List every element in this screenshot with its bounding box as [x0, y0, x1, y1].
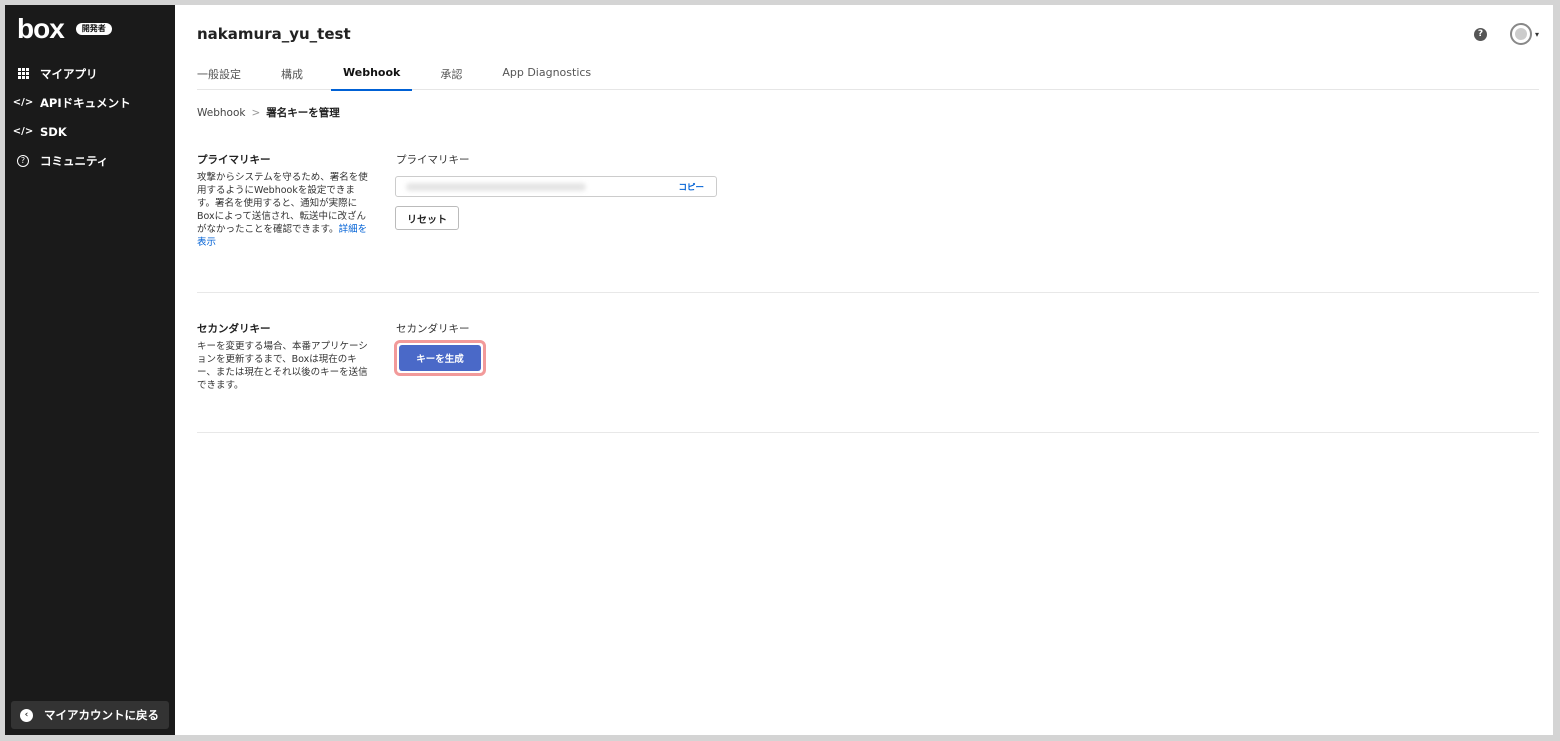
sidebar-item-label: APIドキュメント — [40, 95, 131, 110]
primary-key-field-label: プライマリキー — [396, 154, 470, 166]
sidebar-item-api-docs[interactable]: </> APIドキュメント — [5, 88, 175, 117]
chevron-down-icon[interactable]: ▾ — [1535, 30, 1539, 39]
generate-key-button[interactable]: キーを生成 — [399, 345, 481, 371]
logo-row: box 開発者 — [5, 5, 175, 53]
primary-key-heading: プライマリキー — [197, 154, 271, 166]
sidebar-item-community[interactable]: ? コミュニティ — [5, 146, 175, 175]
grid-icon — [15, 68, 31, 79]
top-right-controls: ? ▾ — [1473, 23, 1539, 45]
sidebar: box 開発者 マイアプリ </> APIドキュメント </> SDK ? コミ… — [5, 5, 175, 735]
app-frame: box 開発者 マイアプリ </> APIドキュメント </> SDK ? コミ… — [5, 5, 1553, 735]
tab-authorization[interactable]: 承認 — [440, 58, 462, 90]
sidebar-item-label: マイアプリ — [40, 66, 98, 81]
help-icon[interactable]: ? — [1473, 27, 1487, 41]
primary-key-value-redacted — [406, 183, 586, 191]
primary-key-section: プライマリキー 攻撃からシステムを守るため、署名を使用するようにWebhookを… — [197, 152, 1539, 293]
back-to-account-label: マイアカウントに戻る — [44, 708, 159, 722]
chevron-right-icon: > — [251, 106, 261, 119]
page-title: nakamura_yu_test — [197, 25, 351, 43]
sidebar-item-sdk[interactable]: </> SDK — [5, 117, 175, 146]
code-icon: </> — [12, 126, 34, 137]
sidebar-nav: マイアプリ </> APIドキュメント </> SDK ? コミュニティ — [5, 59, 175, 175]
generate-key-highlight: キーを生成 — [394, 340, 486, 376]
back-to-account-button[interactable]: ‹ マイアカウントに戻る — [11, 701, 169, 729]
avatar[interactable] — [1509, 23, 1532, 45]
sidebar-item-label: SDK — [40, 124, 67, 139]
chevron-left-icon: ‹ — [20, 708, 33, 722]
secondary-key-description: キーを変更する場合、本番アプリケーションを更新するまで、Boxは現在のキー、また… — [197, 341, 368, 391]
tab-webhook[interactable]: Webhook — [330, 58, 413, 91]
secondary-key-heading: セカンダリキー — [197, 323, 271, 335]
sidebar-item-label: コミュニティ — [40, 153, 109, 168]
copy-button[interactable]: コピー — [678, 181, 704, 193]
reset-button[interactable]: リセット — [395, 206, 459, 230]
sidebar-item-my-apps[interactable]: マイアプリ — [5, 59, 175, 88]
tab-configuration[interactable]: 構成 — [281, 58, 303, 90]
breadcrumb-current: 署名キーを管理 — [266, 107, 340, 119]
box-logo[interactable]: box — [17, 15, 65, 43]
help-circle-icon: ? — [15, 154, 31, 167]
breadcrumb: Webhook > 署名キーを管理 — [197, 105, 340, 120]
tab-app-diagnostics[interactable]: App Diagnostics — [502, 58, 591, 90]
secondary-key-field-label: セカンダリキー — [396, 323, 470, 335]
secondary-key-section: セカンダリキー キーを変更する場合、本番アプリケーションを更新するまで、Boxは… — [197, 321, 1539, 433]
primary-key-description: 攻撃からシステムを守るため、署名を使用するようにWebhookを設定できます。署… — [197, 171, 369, 249]
developer-badge: 開発者 — [75, 23, 112, 35]
tab-general[interactable]: 一般設定 — [197, 58, 241, 90]
primary-key-field[interactable]: コピー — [395, 176, 717, 197]
tab-bar: 一般設定 構成 Webhook 承認 App Diagnostics — [197, 58, 1539, 91]
code-icon: </> — [12, 97, 34, 108]
main-content: nakamura_yu_test ? ▾ 一般設定 構成 Webhook 承認 … — [175, 5, 1553, 735]
breadcrumb-webhook-link[interactable]: Webhook — [197, 107, 245, 119]
